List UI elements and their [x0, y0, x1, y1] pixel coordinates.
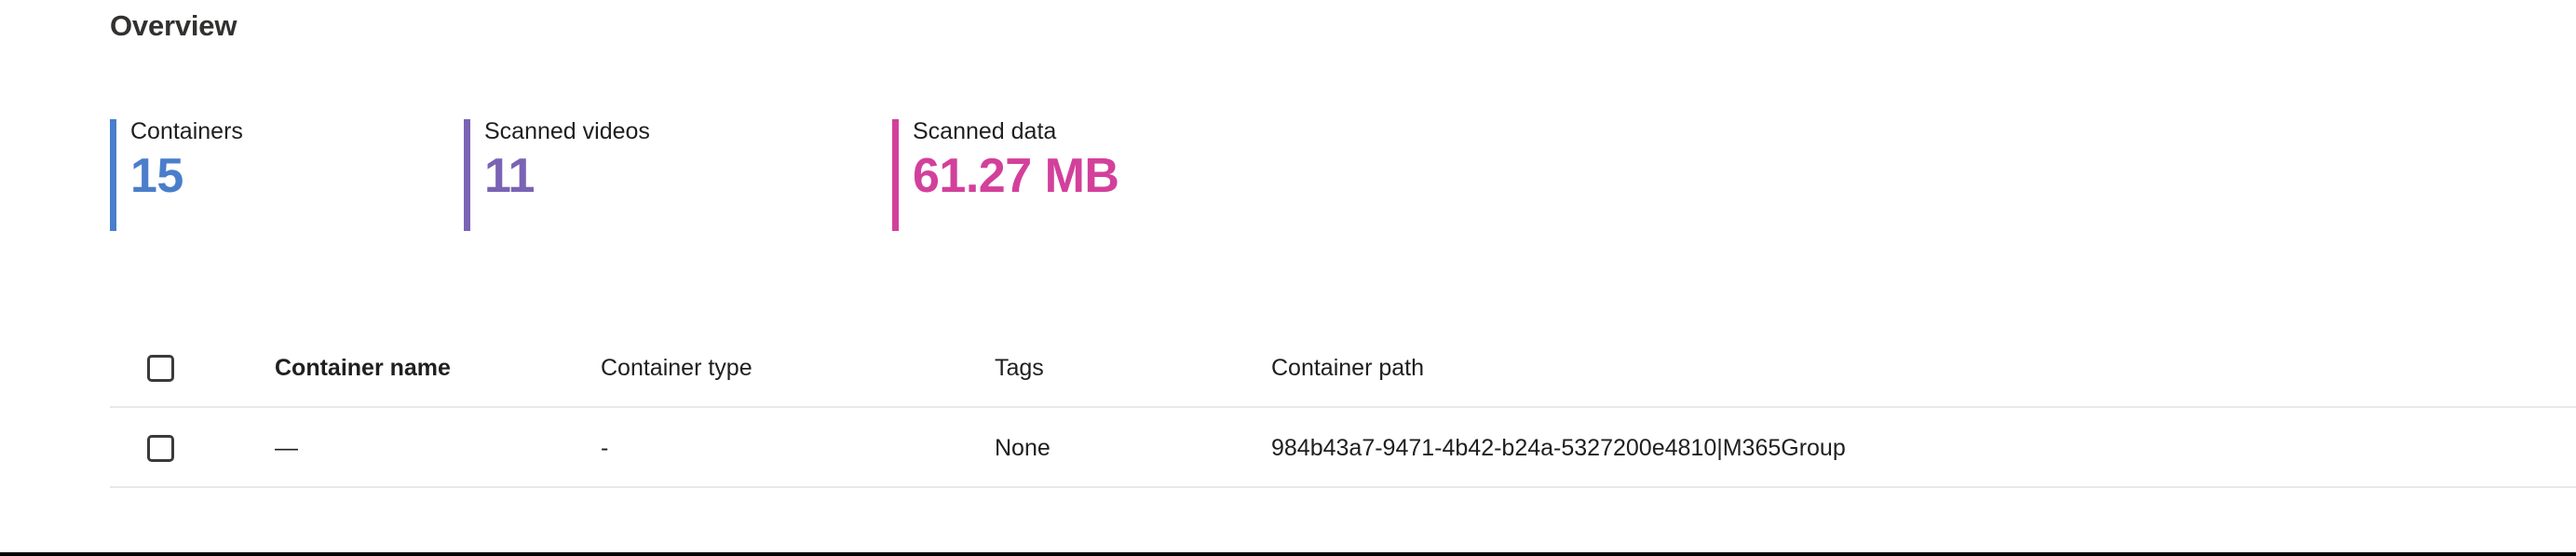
table-header-row: Container name Container type Tags Conta… — [0, 328, 2576, 408]
stat-label-containers: Containers — [130, 118, 243, 144]
stat-value-scanned-videos: 11 — [484, 149, 535, 203]
stat-label-scanned-videos: Scanned videos — [484, 118, 650, 144]
overview-page: Overview Containers 15 Scanned videos 11… — [0, 0, 2576, 556]
row-checkbox[interactable] — [147, 434, 174, 462]
column-header-tags[interactable]: Tags — [995, 328, 1044, 408]
cell-container-path: 984b43a7-9471-4b42-b24a-5327200e4810|M36… — [1271, 435, 1846, 461]
select-all-checkbox-cell — [147, 328, 174, 408]
stat-value-scanned-data: 61.27 MB — [913, 149, 1119, 203]
stat-value-containers: 15 — [130, 149, 183, 203]
row-divider — [110, 486, 2576, 488]
column-header-container-name[interactable]: Container name — [275, 328, 451, 408]
accent-bar-icon — [464, 119, 470, 231]
select-all-checkbox[interactable] — [147, 354, 174, 382]
bottom-edge-rule — [0, 552, 2576, 556]
accent-bar-icon — [892, 119, 899, 231]
page-title: Overview — [110, 9, 237, 42]
cell-tags: None — [995, 435, 1051, 461]
cell-container-name: — — [275, 435, 298, 461]
containers-table: Container name Container type Tags Conta… — [0, 328, 2576, 488]
column-header-container-type[interactable]: Container type — [601, 328, 752, 408]
row-checkbox-cell — [147, 408, 174, 488]
accent-bar-icon — [110, 119, 116, 231]
stat-card-scanned-videos: Scanned videos 11 — [464, 118, 650, 231]
stat-card-scanned-data: Scanned data 61.27 MB — [892, 118, 1119, 231]
stat-card-containers: Containers 15 — [110, 118, 243, 231]
cell-container-type: - — [601, 435, 609, 461]
column-header-container-path[interactable]: Container path — [1271, 328, 1424, 408]
stat-label-scanned-data: Scanned data — [913, 118, 1057, 144]
table-row[interactable]: — - None 984b43a7-9471-4b42-b24a-5327200… — [0, 408, 2576, 488]
